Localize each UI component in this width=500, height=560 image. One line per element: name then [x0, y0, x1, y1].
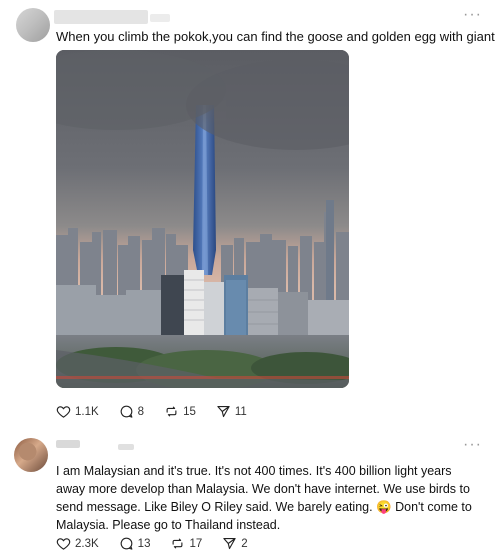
send-icon	[217, 405, 230, 418]
reply-icon	[120, 405, 133, 418]
like-count: 1.1K	[75, 405, 99, 418]
post: ··· When you climb the pokok,you can fin…	[0, 0, 500, 430]
reply-button[interactable]: 13	[119, 536, 151, 551]
repost-button[interactable]: 17	[170, 536, 202, 551]
post-photo[interactable]	[56, 50, 349, 388]
reply-actions: 2.3K 13 17 2	[56, 536, 268, 551]
share-count: 11	[234, 405, 247, 418]
username-redacted[interactable]	[54, 10, 148, 24]
share-button[interactable]: 11	[216, 404, 247, 419]
timestamp-redacted	[150, 14, 170, 22]
username-redacted[interactable]	[56, 440, 80, 448]
repost-count: 15	[183, 405, 196, 418]
reply-text: I am Malaysian and it's true. It's not 4…	[56, 462, 476, 534]
reply-button[interactable]: 8	[119, 404, 144, 419]
send-icon	[223, 537, 236, 550]
post-caption: When you climb the pokok,you can find th…	[56, 29, 495, 44]
more-horizontal-icon[interactable]: ···	[463, 437, 482, 453]
repost-count: 17	[189, 537, 203, 550]
repost-icon	[173, 538, 183, 549]
post-actions: 1.1K 8 15 11	[56, 404, 267, 419]
share-count: 2	[241, 537, 248, 550]
heart-icon	[56, 406, 71, 418]
cityscape-image	[56, 50, 349, 388]
more-horizontal-icon[interactable]: ···	[463, 7, 482, 23]
timestamp-redacted	[118, 444, 134, 450]
winking-tongue-emoji: 😜	[376, 500, 392, 514]
avatar[interactable]	[16, 8, 50, 42]
repost-button[interactable]: 15	[164, 404, 196, 419]
reply-count: 8	[137, 405, 145, 418]
like-count: 2.3K	[75, 537, 99, 550]
repost-icon	[166, 406, 177, 417]
like-button[interactable]: 1.1K	[56, 404, 99, 419]
avatar[interactable]	[14, 438, 48, 472]
share-button[interactable]: 2	[222, 536, 248, 551]
reply-count: 13	[137, 537, 151, 550]
heart-icon	[56, 538, 71, 550]
reply-icon	[120, 537, 133, 550]
like-button[interactable]: 2.3K	[56, 536, 99, 551]
